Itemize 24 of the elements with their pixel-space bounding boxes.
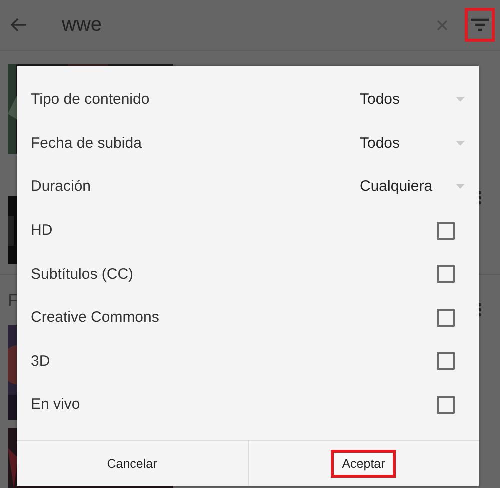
filter-icon [470,18,490,32]
dropdown[interactable]: Cualquiera [360,178,465,196]
dialog-button[interactable]: Aceptar [331,450,396,478]
option-label: Fecha de subida [31,134,143,152]
dropdown[interactable]: Todos [360,134,465,152]
option-label: Duración [31,178,92,196]
option-label: Tipo de contenido [31,91,151,108]
option-label: Subtítulos (CC) [31,266,135,283]
option-label: En vivo [31,396,82,414]
checkbox[interactable] [437,352,455,370]
caret-icon [456,140,465,146]
option-label: 3D [31,352,52,370]
checkbox[interactable] [437,222,455,240]
dropdown[interactable]: Todos [360,91,465,108]
checkbox[interactable] [437,265,455,284]
option-label: Creative Commons [31,309,160,326]
filter-button[interactable] [465,8,495,42]
option-label: HD [31,222,54,240]
back-icon[interactable] [11,18,27,32]
caret-icon [456,97,465,102]
checkbox[interactable] [437,308,455,327]
dialog-button[interactable]: Cancelar [96,450,168,478]
checkbox[interactable] [437,396,455,414]
caret-icon [456,184,465,190]
